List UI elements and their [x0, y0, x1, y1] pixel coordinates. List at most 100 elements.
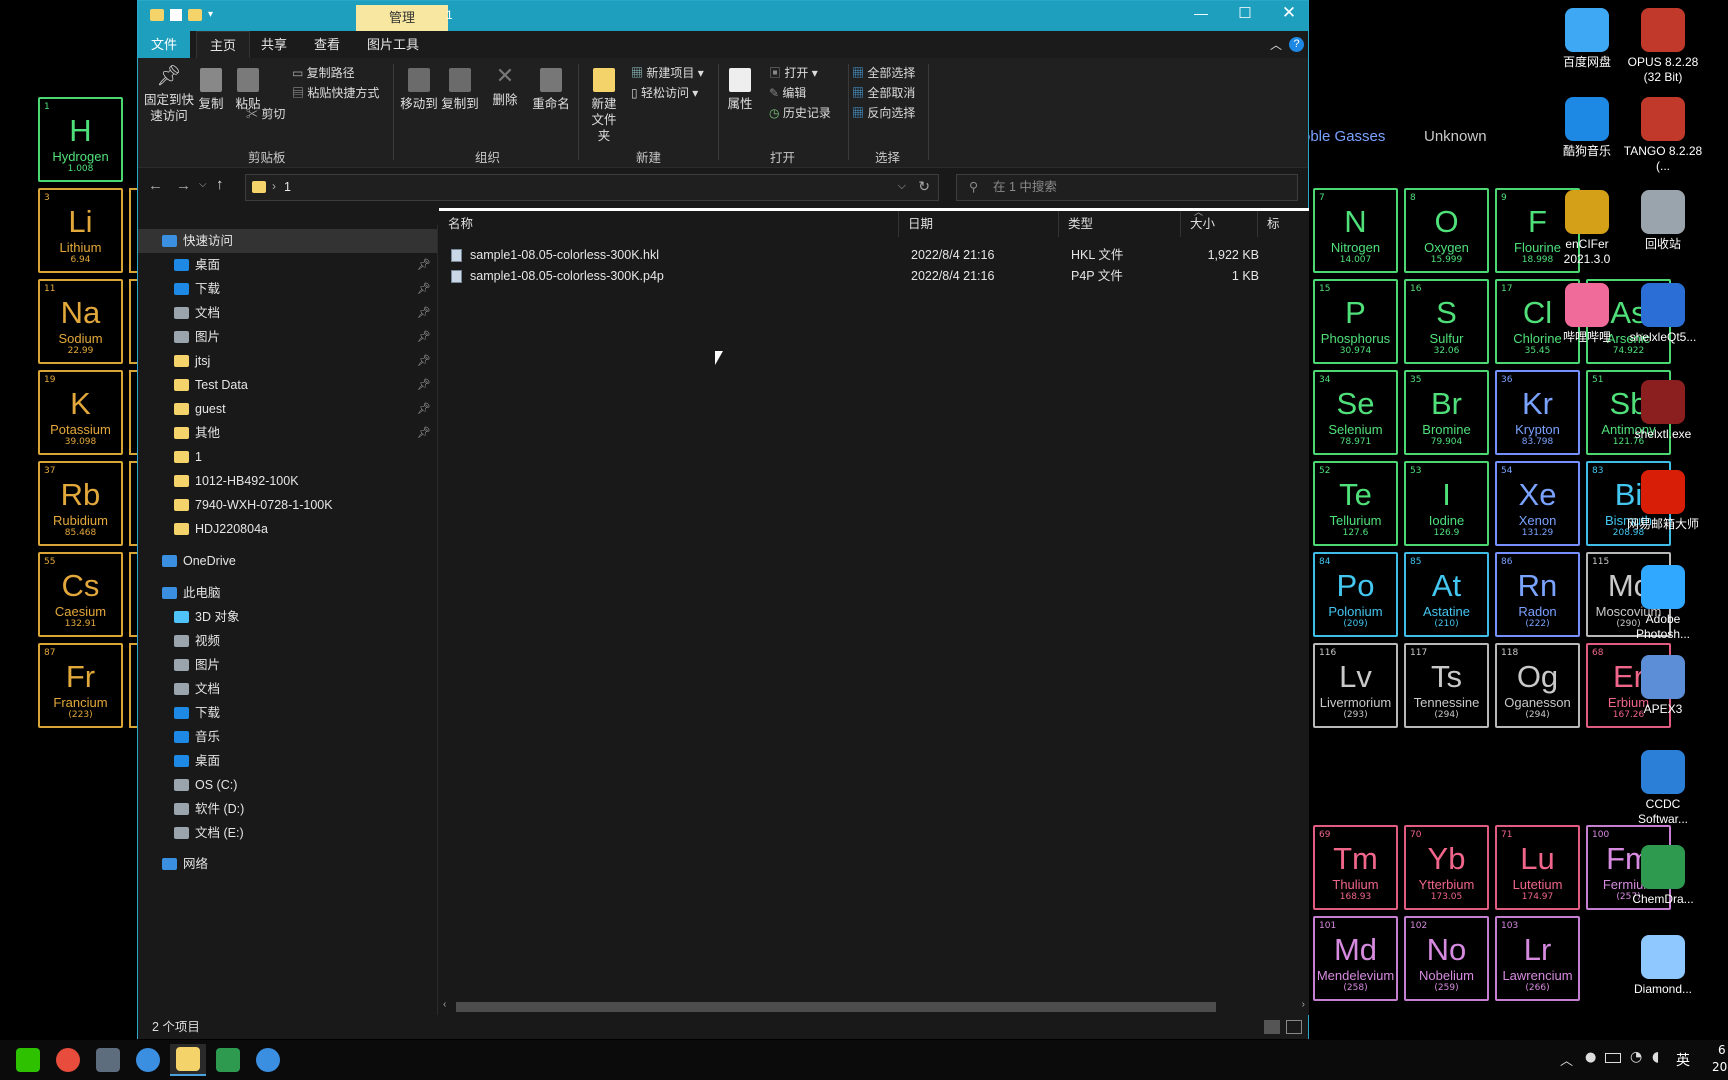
- open-button[interactable]: ▣ 打开 ▾: [769, 65, 818, 81]
- desktop-shortcut[interactable]: APEX3: [1620, 655, 1706, 717]
- history-button[interactable]: ◷ 历史记录: [769, 105, 831, 121]
- clock-date[interactable]: 202: [1712, 1060, 1728, 1074]
- tray-overflow-icon[interactable]: ︿: [1560, 1050, 1573, 1069]
- ime-indicator[interactable]: 英: [1676, 1050, 1690, 1070]
- desktop-shortcut[interactable]: 百度网盘: [1544, 8, 1630, 70]
- horizontal-scrollbar[interactable]: ‹ ›: [439, 999, 1309, 1015]
- cut-button[interactable]: ✂ 剪切: [246, 106, 285, 122]
- taskbar-app[interactable]: [210, 1044, 246, 1076]
- clock-time[interactable]: 6: [1718, 1043, 1726, 1057]
- column-header-extra[interactable]: 标: [1258, 211, 1309, 237]
- file-row[interactable]: sample1-08.05-colorless-300K.hkl 2022/8/4…: [451, 245, 1309, 266]
- column-header-name[interactable]: 名称: [439, 211, 899, 237]
- desktop-shortcut[interactable]: OPUS 8.2.28 (32 Bit): [1620, 8, 1706, 85]
- nav-quick-item[interactable]: HDJ220804a: [138, 517, 437, 541]
- nav-quick-item[interactable]: 桌面 📌︎: [138, 253, 437, 277]
- address-box[interactable]: › 1 ⌵ ↻: [245, 174, 939, 201]
- nav-quick-item[interactable]: guest 📌︎: [138, 397, 437, 421]
- quick-access-toolbar[interactable]: ▾: [150, 9, 218, 21]
- wifi-icon[interactable]: ◔: [1630, 1049, 1642, 1065]
- new-item-button[interactable]: ▦ 新建项目 ▾: [631, 65, 704, 81]
- nav-pc-item[interactable]: 桌面: [138, 749, 437, 773]
- customize-icon[interactable]: ▾: [208, 9, 218, 21]
- column-header-size[interactable]: 大小: [1181, 211, 1258, 237]
- collapse-ribbon-icon[interactable]: ︿: [1270, 36, 1282, 53]
- manage-tab[interactable]: 管理: [356, 5, 448, 31]
- taskbar-app[interactable]: [90, 1044, 126, 1076]
- nav-pc-item[interactable]: 3D 对象: [138, 605, 437, 629]
- file-row[interactable]: sample1-08.05-colorless-300K.p4p 2022/8/4…: [451, 266, 1309, 287]
- microphone-icon[interactable]: ●: [1585, 1050, 1596, 1065]
- minimize-button[interactable]: —: [1186, 5, 1216, 21]
- desktop-shortcut[interactable]: Diamond...: [1620, 935, 1706, 997]
- nav-onedrive[interactable]: OneDrive: [138, 549, 437, 573]
- nav-pc-item[interactable]: 音乐: [138, 725, 437, 749]
- nav-pc-item[interactable]: OS (C:): [138, 773, 437, 797]
- taskbar-app[interactable]: [250, 1044, 286, 1076]
- scroll-left-arrow[interactable]: ‹: [443, 999, 446, 1010]
- new-folder-icon[interactable]: [188, 9, 202, 21]
- new-folder-button[interactable]: 新建文件夹: [585, 68, 623, 144]
- address-dropdown-icon[interactable]: ⌵: [898, 180, 906, 193]
- desktop-shortcut[interactable]: ChemDra...: [1620, 845, 1706, 907]
- desktop-shortcut[interactable]: TANGO 8.2.28 (...: [1620, 97, 1706, 174]
- nav-pc-item[interactable]: 软件 (D:): [138, 797, 437, 821]
- properties-button[interactable]: 属性: [725, 68, 755, 112]
- desktop-shortcut[interactable]: shelxleQt5...: [1620, 283, 1706, 345]
- scroll-thumb[interactable]: [456, 1002, 1216, 1012]
- nav-quick-item[interactable]: 下载 📌︎: [138, 277, 437, 301]
- tab-share[interactable]: 共享: [248, 31, 300, 58]
- nav-pc-item[interactable]: 图片: [138, 653, 437, 677]
- nav-pc-item[interactable]: 视频: [138, 629, 437, 653]
- nav-quick-access[interactable]: 快速访问: [138, 229, 437, 253]
- close-button[interactable]: ✕: [1274, 3, 1304, 23]
- tab-view[interactable]: 查看: [301, 31, 353, 58]
- nav-quick-item[interactable]: 文档 📌︎: [138, 301, 437, 325]
- up-button[interactable]: ↑: [216, 176, 224, 193]
- taskbar-app[interactable]: [170, 1044, 206, 1076]
- help-icon[interactable]: ?: [1289, 37, 1304, 52]
- nav-quick-item[interactable]: Test Data 📌︎: [138, 373, 437, 397]
- nav-network[interactable]: 网络: [138, 852, 437, 876]
- scroll-right-arrow[interactable]: ›: [1302, 999, 1305, 1010]
- copy-button[interactable]: 复制: [196, 68, 226, 112]
- nav-quick-item[interactable]: 其他 📌︎: [138, 421, 437, 445]
- refresh-icon[interactable]: ↻: [918, 178, 930, 195]
- paste-shortcut-button[interactable]: ▤ 粘贴快捷方式: [292, 85, 379, 101]
- volume-icon[interactable]: ◖: [1652, 1049, 1659, 1065]
- select-all-button[interactable]: ▦ 全部选择: [852, 65, 915, 81]
- forward-button[interactable]: →: [176, 177, 191, 194]
- tab-home[interactable]: 主页: [196, 31, 251, 58]
- desktop-shortcut[interactable]: 酷狗音乐: [1544, 97, 1630, 159]
- move-to-button[interactable]: 移动到: [400, 68, 438, 112]
- nav-pc-item[interactable]: 文档 (E:): [138, 821, 437, 845]
- column-header-type[interactable]: 类型: [1059, 211, 1181, 237]
- nav-quick-item[interactable]: 1: [138, 445, 437, 469]
- invert-selection-button[interactable]: ▦ 反向选择: [852, 105, 915, 121]
- taskbar-app[interactable]: [10, 1044, 46, 1076]
- breadcrumb[interactable]: 1: [284, 180, 291, 194]
- nav-quick-item[interactable]: 1012-HB492-100K: [138, 469, 437, 493]
- desktop-shortcut[interactable]: 网易邮箱大师: [1620, 470, 1706, 532]
- details-view-icon[interactable]: [1264, 1020, 1280, 1034]
- delete-button[interactable]: ✕ 删除: [490, 65, 520, 108]
- desktop-shortcut[interactable]: Adobe Photosh...: [1620, 565, 1706, 642]
- desktop-shortcut[interactable]: CCDC Softwar...: [1620, 750, 1706, 827]
- desktop-shortcut[interactable]: enCIFer 2021.3.0: [1544, 190, 1630, 267]
- desktop-shortcut[interactable]: shelxtl.exe: [1620, 380, 1706, 442]
- maximize-button[interactable]: ☐: [1230, 4, 1260, 22]
- large-icons-view-icon[interactable]: [1286, 1020, 1302, 1034]
- tab-file[interactable]: 文件: [138, 31, 191, 58]
- recent-dropdown[interactable]: ⌵: [199, 179, 207, 190]
- nav-this-pc[interactable]: 此电脑: [138, 581, 437, 605]
- nav-quick-item[interactable]: 图片 📌︎: [138, 325, 437, 349]
- desktop-shortcut[interactable]: 回收站: [1620, 190, 1706, 252]
- nav-pc-item[interactable]: 文档: [138, 677, 437, 701]
- nav-quick-item[interactable]: jtsj 📌︎: [138, 349, 437, 373]
- nav-pc-item[interactable]: 下载: [138, 701, 437, 725]
- column-header-date[interactable]: 日期: [899, 211, 1059, 237]
- easy-access-button[interactable]: ▯ 轻松访问 ▾: [631, 85, 698, 101]
- taskbar-app[interactable]: [130, 1044, 166, 1076]
- desktop-shortcut[interactable]: 哔哩哔哩: [1544, 283, 1630, 345]
- pin-quick-access-button[interactable]: 📌︎ 固定到快速访问: [143, 66, 195, 124]
